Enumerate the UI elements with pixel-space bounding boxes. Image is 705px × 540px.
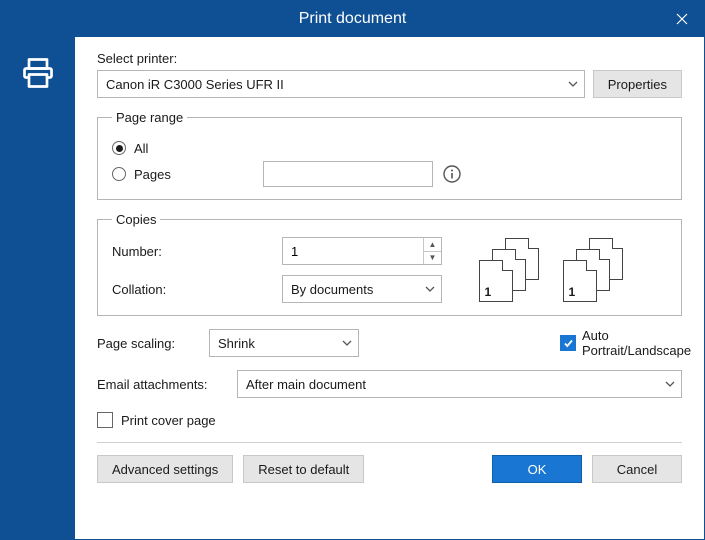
close-icon <box>676 13 688 25</box>
ok-button-label: OK <box>528 462 547 477</box>
printer-selected: Canon iR C3000 Series UFR II <box>106 77 284 92</box>
scaling-label: Page scaling: <box>97 336 197 351</box>
print-dialog: Print document Select printer: Canon iR … <box>0 0 705 540</box>
collation-selected: By documents <box>291 282 373 297</box>
radio-all-label: All <box>134 141 148 156</box>
info-icon[interactable] <box>441 163 463 185</box>
select-printer-label: Select printer: <box>97 51 177 66</box>
attachments-dropdown[interactable]: After main document <box>237 370 682 398</box>
copies-group: Copies Number: ▲ ▼ 3 2 1 <box>97 212 682 316</box>
chevron-down-icon <box>665 381 675 387</box>
pages-input[interactable] <box>263 161 433 187</box>
chevron-down-icon <box>425 286 435 292</box>
advanced-settings-button[interactable]: Advanced settings <box>97 455 233 483</box>
properties-button-label: Properties <box>608 77 667 92</box>
radio-pages[interactable] <box>112 167 126 181</box>
divider <box>97 442 682 443</box>
attachments-label: Email attachments: <box>97 377 225 392</box>
cancel-button-label: Cancel <box>617 462 657 477</box>
collation-label: Collation: <box>112 282 282 297</box>
collation-preview: 3 2 1 3 2 1 <box>479 238 631 302</box>
cancel-button[interactable]: Cancel <box>592 455 682 483</box>
scaling-dropdown[interactable]: Shrink <box>209 329 359 357</box>
advanced-button-label: Advanced settings <box>112 462 218 477</box>
collation-dropdown[interactable]: By documents <box>282 275 442 303</box>
window-title: Print document <box>299 10 407 28</box>
printer-icon <box>20 55 56 91</box>
ok-button[interactable]: OK <box>492 455 582 483</box>
content: Select printer: Canon iR C3000 Series UF… <box>75 37 704 539</box>
collation-stack-2: 3 2 1 <box>563 238 631 302</box>
page-range-legend: Page range <box>112 110 187 125</box>
reset-button[interactable]: Reset to default <box>243 455 364 483</box>
titlebar: Print document <box>1 1 704 37</box>
spinner-down[interactable]: ▼ <box>424 252 441 265</box>
auto-orient-checkbox[interactable] <box>560 335 576 351</box>
chevron-down-icon <box>342 340 352 346</box>
radio-pages-label: Pages <box>134 167 171 182</box>
chevron-down-icon <box>568 81 578 87</box>
spinner-up[interactable]: ▲ <box>424 238 441 252</box>
page-range-group: Page range All Pages <box>97 110 682 200</box>
copies-input[interactable] <box>283 238 475 264</box>
collation-stack-1: 3 2 1 <box>479 238 547 302</box>
cover-page-label: Print cover page <box>121 413 216 428</box>
copies-legend: Copies <box>112 212 160 227</box>
properties-button[interactable]: Properties <box>593 70 682 98</box>
reset-button-label: Reset to default <box>258 462 349 477</box>
auto-orient-label: Auto Portrait/Landscape <box>582 328 682 358</box>
sidebar <box>1 37 75 539</box>
copies-spinner[interactable]: ▲ ▼ <box>282 237 442 265</box>
copies-number-label: Number: <box>112 244 282 259</box>
scaling-selected: Shrink <box>218 336 255 351</box>
close-button[interactable] <box>660 1 704 37</box>
cover-page-checkbox[interactable] <box>97 412 113 428</box>
attachments-selected: After main document <box>246 377 366 392</box>
radio-all[interactable] <box>112 141 126 155</box>
printer-dropdown[interactable]: Canon iR C3000 Series UFR II <box>97 70 585 98</box>
dialog-body: Select printer: Canon iR C3000 Series UF… <box>1 37 704 539</box>
